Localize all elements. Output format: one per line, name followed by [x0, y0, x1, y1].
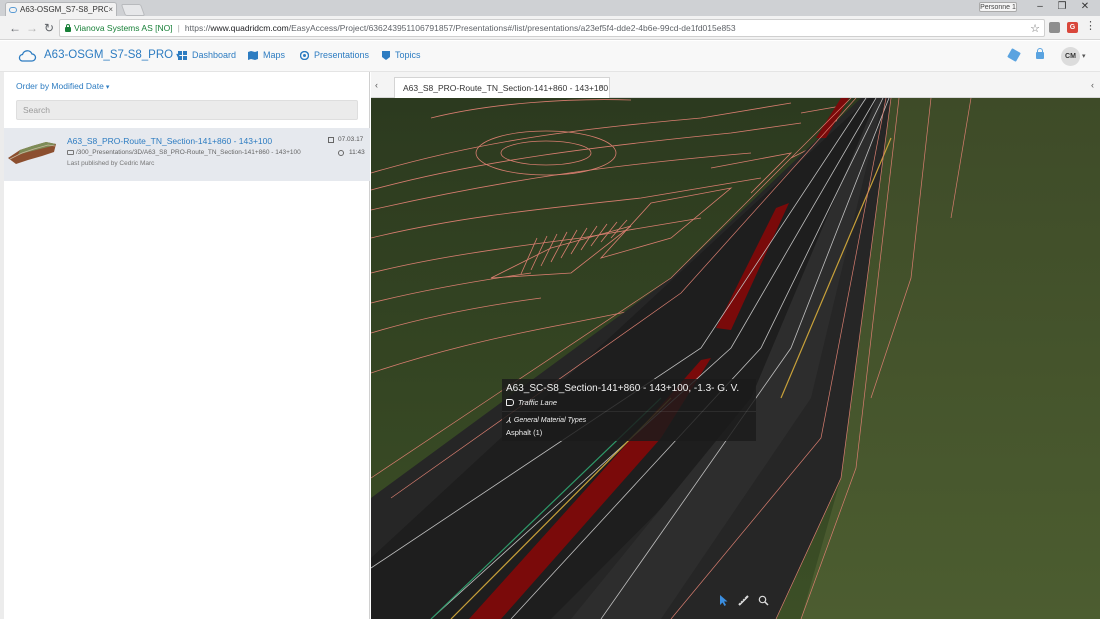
window-close-button[interactable]: ✕: [1077, 1, 1093, 13]
project-name: A63-OSGM_S7-S8_PRO: [44, 49, 174, 61]
tooltip-divider: [502, 411, 756, 412]
order-by-label: Order by Modified Date: [16, 81, 104, 91]
presentation-time-text: 11:43: [349, 149, 365, 156]
browser-tab-close-icon[interactable]: ×: [108, 5, 113, 14]
map-icon: [248, 50, 258, 60]
presentation-list-item[interactable]: A63_S8_PRO-Route_TN_Section-141+860 - 14…: [4, 128, 370, 181]
select-tool-icon: [719, 594, 728, 606]
browser-tab-bar: A63-OSGM_S7-S8_PRO × Personne 1 – ❐ ✕: [0, 0, 1100, 16]
browser-tab[interactable]: A63-OSGM_S7-S8_PRO ×: [5, 2, 117, 16]
chevron-down-icon: ▾: [105, 84, 110, 91]
presentation-thumbnail: [8, 142, 56, 164]
tooltip-value: Asphalt (1): [506, 428, 543, 437]
forward-button[interactable]: →: [25, 21, 39, 35]
measure-tool-icon: [738, 594, 749, 606]
folder-icon: [67, 150, 74, 155]
order-by-dropdown[interactable]: Order by Modified Date ▾: [16, 81, 109, 91]
viewer-tab-title: A63_S8_PRO-Route_TN_Section-141+860 - 14…: [403, 83, 609, 93]
panel-collapse-icon[interactable]: ‹: [1091, 80, 1094, 90]
select-tool-button[interactable]: [716, 593, 730, 607]
url-text: https://www.quadridcm.com/EasyAccess/Pro…: [185, 23, 736, 33]
measure-tool-button[interactable]: [736, 593, 750, 607]
lock-icon[interactable]: [1036, 48, 1044, 59]
clock-icon: [338, 149, 344, 156]
zoom-tool-icon: [759, 595, 769, 606]
presentation-publisher: Last published by Cedric Marc: [67, 160, 155, 167]
viewer-tab-close-icon[interactable]: ×: [599, 82, 604, 92]
cube-icon[interactable]: [1007, 48, 1021, 62]
nav-presentations-label: Presentations: [314, 50, 370, 60]
browser-menu-icon[interactable]: ⋮: [1085, 20, 1096, 32]
tooltip-category: ⅄ General Material Types: [506, 416, 586, 425]
person-icon: ⅄: [506, 416, 511, 425]
secure-site-name: Vianova Systems AS [NO]: [74, 23, 173, 33]
viewer-tab-strip: ‹ A63_S8_PRO-Route_TN_Section-141+860 - …: [371, 72, 1100, 98]
nav-maps-label: Maps: [263, 50, 286, 60]
browser-toolbar: ← → ↻ Vianova Systems AS [NO] | https://…: [0, 16, 1100, 40]
presentation-title[interactable]: A63_S8_PRO-Route_TN_Section-141+860 - 14…: [67, 136, 272, 146]
tooltip-title: A63_SC-S8_Section-141+860 - 143+100, -1.…: [506, 383, 740, 394]
cloud-favicon-icon: [9, 6, 17, 13]
cloud-logo-icon[interactable]: [17, 49, 37, 63]
nav-dashboard-label: Dashboard: [192, 50, 237, 60]
tag-icon: [506, 399, 514, 406]
3d-scene-canvas[interactable]: A63_SC-S8_Section-141+860 - 143+100, -1.…: [371, 98, 1100, 619]
nav-presentations[interactable]: Presentations: [300, 50, 369, 60]
app-navbar: A63-OSGM_S7-S8_PRO▾ Dashboard Maps Prese…: [0, 41, 1100, 72]
presentation-viewer: ‹ A63_S8_PRO-Route_TN_Section-141+860 - …: [371, 72, 1100, 619]
nav-dashboard[interactable]: Dashboard: [178, 50, 236, 60]
extension-icon[interactable]: [1049, 22, 1060, 33]
window-maximize-button[interactable]: ❐: [1054, 1, 1070, 13]
presentation-path: /300_Presentations/3D/A63_S8_PRO-Route_T…: [67, 149, 301, 156]
element-tooltip: A63_SC-S8_Section-141+860 - 143+100, -1.…: [502, 379, 756, 441]
tooltip-category-text: General Material Types: [513, 417, 587, 424]
tab-scroll-left-icon[interactable]: ‹: [375, 80, 378, 90]
calendar-icon: [328, 136, 334, 143]
new-tab-button[interactable]: [120, 4, 146, 16]
profile-badge[interactable]: Personne 1: [979, 2, 1017, 12]
presentation-time: 11:43: [338, 149, 365, 156]
secure-lock-icon: [65, 23, 71, 32]
url-path: /EasyAccess/Project/636243951106791857/P…: [288, 23, 736, 33]
reload-button[interactable]: ↻: [42, 21, 56, 35]
terrain-render[interactable]: [371, 98, 1100, 619]
presentation-date: 07.03.17: [328, 136, 363, 143]
presentation-path-text: /300_Presentations/3D/A63_S8_PRO-Route_T…: [76, 149, 301, 156]
url-scheme: https://: [184, 23, 211, 33]
topics-icon: [382, 50, 390, 60]
bookmark-star-icon[interactable]: ☆: [1030, 22, 1040, 35]
nav-topics[interactable]: Topics: [382, 50, 421, 60]
chevron-down-icon[interactable]: ▾: [1082, 52, 1086, 60]
google-extension-icon[interactable]: G: [1067, 22, 1078, 33]
nav-maps[interactable]: Maps: [248, 50, 285, 60]
url-host: www.quadridcm.com: [210, 23, 289, 33]
user-avatar[interactable]: CM: [1061, 47, 1080, 66]
address-bar[interactable]: Vianova Systems AS [NO] | https://www.qu…: [59, 19, 1045, 37]
project-selector[interactable]: A63-OSGM_S7-S8_PRO▾: [44, 49, 180, 61]
nav-topics-label: Topics: [395, 50, 421, 60]
browser-tab-title: A63-OSGM_S7-S8_PRO: [20, 5, 109, 14]
dashboard-icon: [178, 50, 187, 60]
search-input[interactable]: [16, 100, 358, 120]
window-minimize-button[interactable]: –: [1032, 1, 1048, 13]
back-button[interactable]: ←: [8, 21, 22, 35]
presentations-sidebar: Order by Modified Date▾ A63_S8_PRO-Route…: [0, 72, 370, 619]
tooltip-subtype-text: Traffic Lane: [518, 398, 558, 407]
zoom-tool-button[interactable]: [757, 593, 771, 607]
presentation-icon: [300, 50, 309, 60]
presentation-date-text: 07.03.17: [338, 136, 364, 143]
viewer-tab[interactable]: A63_S8_PRO-Route_TN_Section-141+860 - 14…: [394, 77, 610, 98]
tooltip-subtype: Traffic Lane: [506, 398, 557, 407]
address-separator: |: [177, 23, 180, 33]
scene-toolbar: [713, 591, 774, 609]
